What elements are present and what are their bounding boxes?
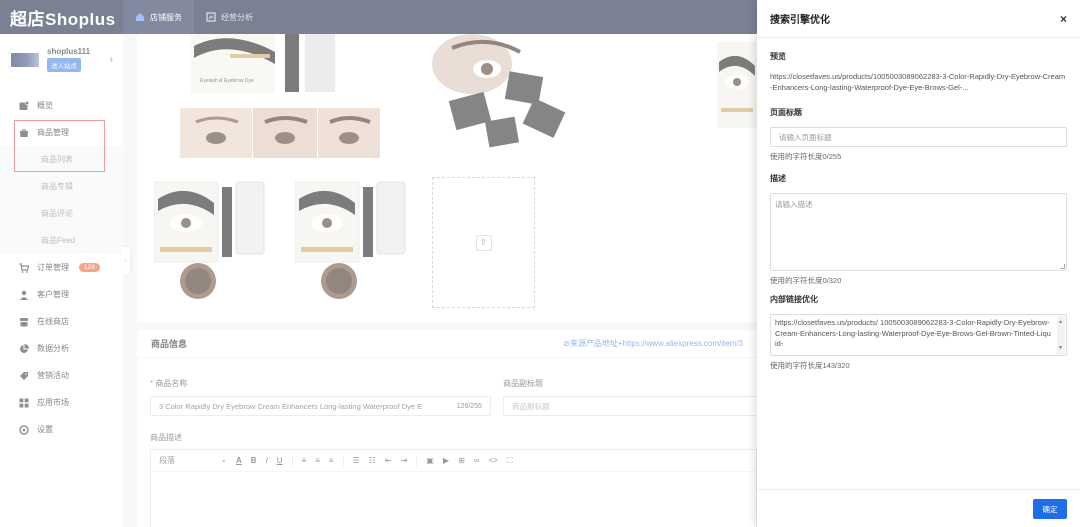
internal-link-char-count: 使用的字符长度143/320 xyxy=(770,361,850,370)
drawer-header: 搜索引擎优化 × xyxy=(757,0,1080,38)
internal-link-value: https://closetfaves.us/products/ 1005003… xyxy=(775,318,1051,348)
description-textarea[interactable]: 请输入描述 xyxy=(770,193,1067,271)
confirm-button[interactable]: 确定 xyxy=(1033,499,1067,519)
seo-drawer: 搜索引擎优化 × 预览 https://closetfaves.us/produ… xyxy=(757,0,1080,527)
scroll-up-icon[interactable]: ▲ xyxy=(1058,317,1063,328)
drawer-body: 预览 https://closetfaves.us/products/10050… xyxy=(757,38,1080,371)
resize-handle-icon[interactable] xyxy=(1060,264,1065,269)
drawer-title: 搜索引擎优化 xyxy=(770,15,830,26)
page-title-input[interactable]: 请输入页面标题 xyxy=(770,127,1067,147)
internal-link-label: 内部链接优化 xyxy=(770,295,818,304)
internal-link-textarea[interactable]: https://closetfaves.us/products/ 1005003… xyxy=(770,314,1067,356)
modal-overlay[interactable] xyxy=(0,0,757,527)
description-label: 描述 xyxy=(770,174,786,183)
page-title-label: 页面标题 xyxy=(770,108,802,117)
close-icon[interactable]: × xyxy=(1060,12,1067,26)
scroll-down-icon[interactable]: ▼ xyxy=(1058,343,1063,354)
textarea-scrollbar[interactable]: ▲ ▼ xyxy=(1057,316,1065,354)
preview-label: 预览 xyxy=(770,52,786,61)
description-char-count: 使用的字符长度0/320 xyxy=(770,276,842,285)
preview-url: https://closetfaves.us/products/10050030… xyxy=(770,72,1066,92)
page-title-placeholder: 请输入页面标题 xyxy=(779,132,832,142)
page-title-char-count: 使用的字符长度0/255 xyxy=(770,152,842,161)
drawer-footer: 确定 xyxy=(757,489,1080,527)
description-placeholder: 请输入描述 xyxy=(775,200,813,209)
